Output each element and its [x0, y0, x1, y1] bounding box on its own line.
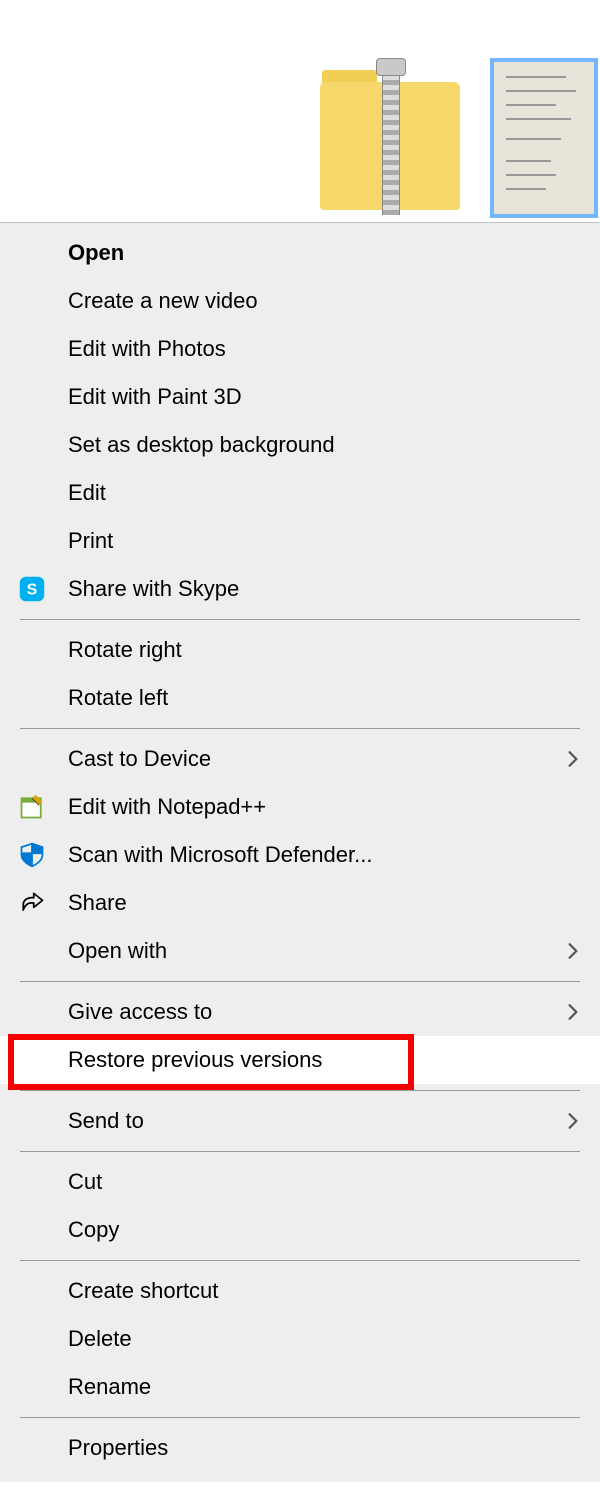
blank-icon — [18, 525, 68, 557]
blank-icon — [18, 429, 68, 461]
blank-icon — [18, 1371, 68, 1403]
menu-label: Share with Skype — [68, 576, 582, 602]
menu-rotate-right[interactable]: Rotate right — [0, 626, 600, 674]
blank-icon — [18, 1105, 68, 1137]
blank-icon — [18, 1275, 68, 1307]
zip-folder-icon[interactable] — [320, 70, 460, 220]
menu-divider — [20, 1090, 580, 1091]
submenu-arrow-icon — [552, 1112, 582, 1130]
menu-divider — [20, 619, 580, 620]
menu-label: Properties — [68, 1435, 582, 1461]
menu-label: Scan with Microsoft Defender... — [68, 842, 582, 868]
menu-properties[interactable]: Properties — [0, 1424, 600, 1472]
selected-image-thumbnail[interactable] — [490, 58, 598, 218]
menu-restore-previous-versions[interactable]: Restore previous versions — [0, 1036, 600, 1084]
blank-icon — [18, 1166, 68, 1198]
submenu-arrow-icon — [552, 942, 582, 960]
menu-edit[interactable]: Edit — [0, 469, 600, 517]
blank-icon — [18, 381, 68, 413]
svg-text:S: S — [27, 581, 38, 598]
notepad-plus-plus-icon — [18, 791, 68, 823]
menu-label: Give access to — [68, 999, 552, 1025]
blank-icon — [18, 1044, 68, 1076]
menu-label: Create shortcut — [68, 1278, 582, 1304]
menu-divider — [20, 981, 580, 982]
menu-label: Copy — [68, 1217, 582, 1243]
menu-label: Set as desktop background — [68, 432, 582, 458]
menu-label: Restore previous versions — [68, 1047, 582, 1073]
menu-divider — [20, 1151, 580, 1152]
context-menu: Open Create a new video Edit with Photos… — [0, 222, 600, 1482]
submenu-arrow-icon — [552, 750, 582, 768]
menu-label: Share — [68, 890, 582, 916]
menu-share-skype[interactable]: S Share with Skype — [0, 565, 600, 613]
menu-label: Edit with Photos — [68, 336, 582, 362]
blank-icon — [18, 237, 68, 269]
menu-print[interactable]: Print — [0, 517, 600, 565]
menu-create-video[interactable]: Create a new video — [0, 277, 600, 325]
menu-divider — [20, 1417, 580, 1418]
menu-label: Print — [68, 528, 582, 554]
menu-label: Rename — [68, 1374, 582, 1400]
menu-create-shortcut[interactable]: Create shortcut — [0, 1267, 600, 1315]
menu-label: Delete — [68, 1326, 582, 1352]
menu-label: Edit with Paint 3D — [68, 384, 582, 410]
menu-rename[interactable]: Rename — [0, 1363, 600, 1411]
menu-copy[interactable]: Copy — [0, 1206, 600, 1254]
menu-label: Rotate right — [68, 637, 582, 663]
menu-label: Cut — [68, 1169, 582, 1195]
blank-icon — [18, 1323, 68, 1355]
highlighted-menu-item: Restore previous versions — [0, 1036, 600, 1084]
menu-divider — [20, 728, 580, 729]
menu-delete[interactable]: Delete — [0, 1315, 600, 1363]
blank-icon — [18, 634, 68, 666]
menu-label: Create a new video — [68, 288, 582, 314]
menu-scan-defender[interactable]: Scan with Microsoft Defender... — [0, 831, 600, 879]
menu-cut[interactable]: Cut — [0, 1158, 600, 1206]
menu-label: Send to — [68, 1108, 552, 1134]
blank-icon — [18, 1432, 68, 1464]
blank-icon — [18, 285, 68, 317]
defender-shield-icon — [18, 839, 68, 871]
menu-cast-to-device[interactable]: Cast to Device — [0, 735, 600, 783]
blank-icon — [18, 333, 68, 365]
menu-set-desktop-background[interactable]: Set as desktop background — [0, 421, 600, 469]
menu-label: Rotate left — [68, 685, 582, 711]
menu-share[interactable]: Share — [0, 879, 600, 927]
menu-edit-notepad-plus-plus[interactable]: Edit with Notepad++ — [0, 783, 600, 831]
menu-rotate-left[interactable]: Rotate left — [0, 674, 600, 722]
blank-icon — [18, 477, 68, 509]
menu-open[interactable]: Open — [0, 229, 600, 277]
blank-icon — [18, 743, 68, 775]
menu-send-to[interactable]: Send to — [0, 1097, 600, 1145]
menu-label: Edit — [68, 480, 582, 506]
menu-edit-photos[interactable]: Edit with Photos — [0, 325, 600, 373]
menu-label: Open with — [68, 938, 552, 964]
submenu-arrow-icon — [552, 1003, 582, 1021]
menu-edit-paint3d[interactable]: Edit with Paint 3D — [0, 373, 600, 421]
desktop-background — [0, 0, 600, 225]
blank-icon — [18, 1214, 68, 1246]
menu-label: Edit with Notepad++ — [68, 794, 582, 820]
blank-icon — [18, 935, 68, 967]
menu-label: Cast to Device — [68, 746, 552, 772]
blank-icon — [18, 682, 68, 714]
blank-icon — [18, 996, 68, 1028]
menu-give-access-to[interactable]: Give access to — [0, 988, 600, 1036]
menu-open-with[interactable]: Open with — [0, 927, 600, 975]
menu-divider — [20, 1260, 580, 1261]
skype-icon: S — [18, 573, 68, 605]
menu-label: Open — [68, 240, 582, 266]
share-icon — [18, 887, 68, 919]
